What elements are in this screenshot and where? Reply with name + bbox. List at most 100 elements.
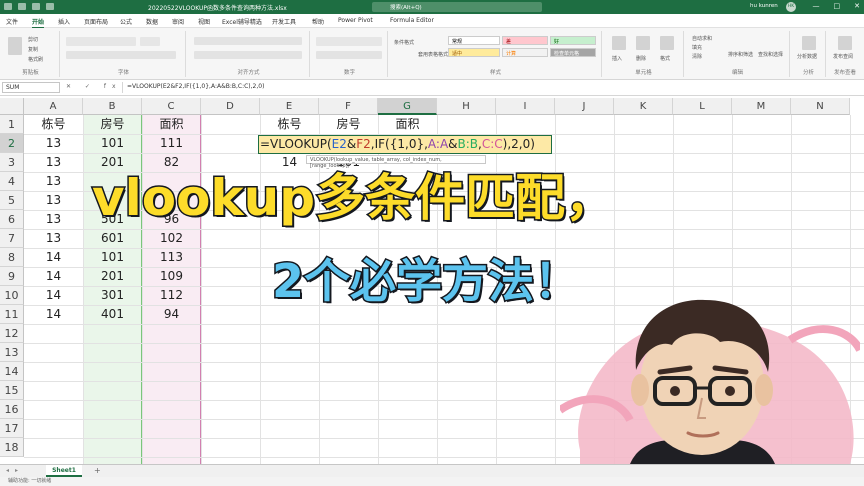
maximize-button[interactable]: □ <box>834 2 841 10</box>
alignment-buttons[interactable] <box>194 37 302 45</box>
style-neutral[interactable]: 适中 <box>448 48 500 57</box>
tab-insert[interactable]: 插入 <box>58 17 70 26</box>
cell-c1[interactable]: 面积 <box>142 115 201 134</box>
avatar[interactable]: HK <box>786 2 796 12</box>
row-header-14[interactable]: 14 <box>0 362 24 381</box>
row-header-1[interactable]: 1 <box>0 115 24 134</box>
indent-buttons[interactable] <box>194 51 302 59</box>
cell-b7[interactable]: 601 <box>83 229 142 248</box>
cell-c8[interactable]: 113 <box>142 248 201 267</box>
column-header-b[interactable]: B <box>83 98 142 115</box>
cell-f1[interactable]: 房号 <box>319 115 378 134</box>
redo-icon[interactable] <box>46 3 54 10</box>
row-header-5[interactable]: 5 <box>0 191 24 210</box>
tab-file[interactable]: 文件 <box>6 17 18 26</box>
cell-c9[interactable]: 109 <box>142 267 201 286</box>
sort-filter-button[interactable]: 排序和筛选 <box>728 51 753 58</box>
cell-b2[interactable]: 101 <box>83 134 142 153</box>
search-box[interactable]: 搜索(Alt+Q) <box>372 2 542 12</box>
cell-c2[interactable]: 111 <box>142 134 201 153</box>
cell-b1[interactable]: 房号 <box>83 115 142 134</box>
undo-icon[interactable] <box>32 3 40 10</box>
row-header-2[interactable]: 2 <box>0 134 24 153</box>
row-header-9[interactable]: 9 <box>0 267 24 286</box>
column-header-l[interactable]: L <box>673 98 732 115</box>
column-header-h[interactable]: H <box>437 98 496 115</box>
cell-a7[interactable]: 13 <box>24 229 83 248</box>
tab-page-layout[interactable]: 页面布局 <box>84 17 108 26</box>
tab-excel-tutor[interactable]: Excel辅导精选 <box>222 17 262 26</box>
tab-power-pivot[interactable]: Power Pivot <box>338 17 373 24</box>
cell-c10[interactable]: 112 <box>142 286 201 305</box>
cell-a10[interactable]: 14 <box>24 286 83 305</box>
row-header-6[interactable]: 6 <box>0 210 24 229</box>
font-size-select[interactable] <box>140 37 160 46</box>
save-icon[interactable] <box>18 3 26 10</box>
copy-button[interactable]: 复制 <box>28 46 38 53</box>
fill-button[interactable]: 填充 <box>692 44 702 51</box>
cell-g1[interactable]: 面积 <box>378 115 437 134</box>
tab-review[interactable]: 审阅 <box>172 17 184 26</box>
style-bad[interactable]: 差 <box>502 36 548 45</box>
row-header-10[interactable]: 10 <box>0 286 24 305</box>
autosave-icon[interactable] <box>4 3 12 10</box>
row-header-16[interactable]: 16 <box>0 400 24 419</box>
cell-a2[interactable]: 13 <box>24 134 83 153</box>
publish-icon[interactable] <box>838 36 852 50</box>
cell-a6[interactable]: 13 <box>24 210 83 229</box>
tab-formulas[interactable]: 公式 <box>120 17 132 26</box>
publish-button[interactable]: 发布查阅 <box>833 53 853 60</box>
select-all-corner[interactable] <box>0 98 24 115</box>
cell-a11[interactable]: 14 <box>24 305 83 324</box>
autosum-button[interactable]: 自动求和 <box>692 35 712 42</box>
row-header-18[interactable]: 18 <box>0 438 24 457</box>
row-header-15[interactable]: 15 <box>0 381 24 400</box>
insert-button[interactable]: 插入 <box>612 55 622 62</box>
column-header-a[interactable]: A <box>24 98 83 115</box>
column-header-j[interactable]: J <box>555 98 614 115</box>
clear-button[interactable]: 清除 <box>692 53 702 60</box>
format-painter-button[interactable]: 格式刷 <box>28 56 43 63</box>
row-header-13[interactable]: 13 <box>0 343 24 362</box>
active-cell-editor[interactable]: =VLOOKUP(E2&F2,IF({1,0},A:A&B:B,C:C),2,0… <box>258 135 552 154</box>
formula-input[interactable]: =VLOOKUP(E2&F2,IF({1,0},A:A&B:B,C:C),2,0… <box>122 82 860 93</box>
font-name-select[interactable] <box>66 37 136 46</box>
cell-c7[interactable]: 102 <box>142 229 201 248</box>
delete-cells-icon[interactable] <box>636 36 650 50</box>
formula-buttons[interactable]: ✕ ✓ fx <box>66 83 122 90</box>
column-header-c[interactable]: C <box>142 98 201 115</box>
cell-a5[interactable]: 13 <box>24 191 83 210</box>
paste-icon[interactable] <box>8 37 22 55</box>
number-format-select[interactable] <box>316 37 382 46</box>
column-header-f[interactable]: F <box>319 98 378 115</box>
column-header-i[interactable]: I <box>496 98 555 115</box>
column-header-n[interactable]: N <box>791 98 850 115</box>
format-cells-icon[interactable] <box>660 36 674 50</box>
sheet-scroll-arrows[interactable]: ◂▸ <box>6 467 24 474</box>
row-header-4[interactable]: 4 <box>0 172 24 191</box>
column-header-g[interactable]: G <box>378 98 437 115</box>
row-header-7[interactable]: 7 <box>0 229 24 248</box>
cell-e1[interactable]: 栋号 <box>260 115 319 134</box>
row-header-12[interactable]: 12 <box>0 324 24 343</box>
tab-view[interactable]: 视图 <box>198 17 210 26</box>
style-good[interactable]: 好 <box>550 36 596 45</box>
cell-a1[interactable]: 栋号 <box>24 115 83 134</box>
column-header-e[interactable]: E <box>260 98 319 115</box>
delete-button[interactable]: 删除 <box>636 55 646 62</box>
cell-a8[interactable]: 14 <box>24 248 83 267</box>
tab-help[interactable]: 帮助 <box>312 17 324 26</box>
minimize-button[interactable]: — <box>813 2 820 10</box>
close-button[interactable]: ✕ <box>854 2 860 10</box>
analyze-data-icon[interactable] <box>802 36 816 50</box>
cell-a9[interactable]: 14 <box>24 267 83 286</box>
format-button[interactable]: 格式 <box>660 55 670 62</box>
tab-data[interactable]: 数据 <box>146 17 158 26</box>
cell-c11[interactable]: 94 <box>142 305 201 324</box>
column-header-k[interactable]: K <box>614 98 673 115</box>
style-calculation[interactable]: 计算 <box>502 48 548 57</box>
cell-b10[interactable]: 301 <box>83 286 142 305</box>
analyze-data-button[interactable]: 分析数据 <box>797 53 817 60</box>
sheet-tab-sheet1[interactable]: Sheet1 <box>46 465 82 477</box>
row-header-11[interactable]: 11 <box>0 305 24 324</box>
